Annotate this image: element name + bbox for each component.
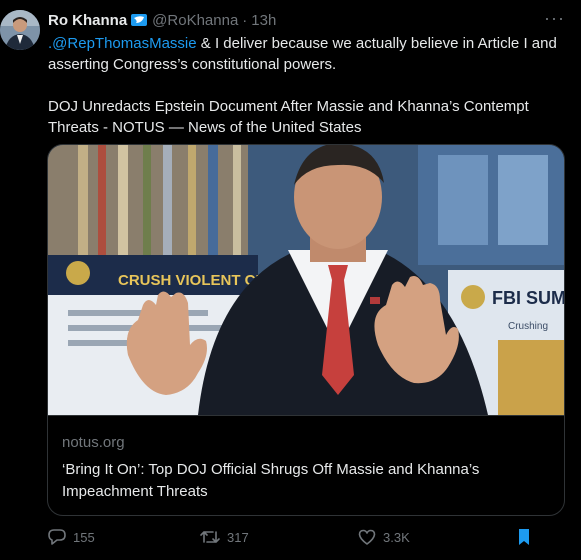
heart-icon — [358, 529, 376, 545]
reply-count: 155 — [73, 529, 95, 545]
more-dots-icon[interactable]: ··· — [544, 8, 565, 29]
card-image[interactable]: CRUSH VIOLENT CR FBI SUM Crushing — [48, 145, 564, 415]
bookmark-icon — [519, 529, 529, 545]
retweet-button[interactable]: 317 — [199, 526, 249, 548]
author-name[interactable]: Ro Khanna — [48, 12, 127, 29]
tweet-paragraph-2: DOJ Unredacts Epstein Document After Mas… — [48, 98, 529, 136]
card-meta[interactable]: notus.org ‘Bring It On’: Top DOJ Officia… — [48, 415, 564, 515]
crushing-sign-text: Crushing — [508, 321, 548, 332]
crush-sign-text: CRUSH VIOLENT CR — [118, 272, 267, 289]
author-handle[interactable]: @RoKhanna — [152, 12, 238, 29]
fbi-sign-text: FBI SUM — [492, 288, 564, 308]
tweet-header: Ro Khanna @RoKhanna · 13h — [48, 10, 276, 30]
avatar[interactable] — [0, 10, 40, 50]
bookmark-button[interactable] — [514, 526, 540, 548]
card-domain: notus.org — [62, 434, 125, 451]
avatar-image — [0, 10, 40, 50]
tweet-paragraph-1: .@RepThomasMassie & I deliver because we… — [48, 33, 568, 75]
separator-dot: · — [242, 11, 248, 29]
retweet-icon — [200, 531, 220, 543]
verified-badge-icon — [130, 11, 148, 29]
retweet-count: 317 — [227, 529, 249, 545]
like-count: 3.3K — [383, 529, 410, 545]
timestamp[interactable]: 13h — [251, 12, 276, 29]
mention-link[interactable]: .@RepThomasMassie — [48, 35, 197, 52]
like-button[interactable]: 3.3K — [357, 526, 410, 548]
action-bar: 155 317 3.3K — [47, 526, 567, 550]
link-card[interactable]: CRUSH VIOLENT CR FBI SUM Crushing notus.… — [47, 144, 565, 516]
reply-icon — [48, 529, 66, 545]
tweet: Ro Khanna @RoKhanna · 13h ··· .@RepThoma… — [0, 0, 581, 560]
card-title[interactable]: ‘Bring It On’: Top DOJ Official Shrugs O… — [62, 459, 522, 503]
reply-button[interactable]: 155 — [47, 526, 95, 548]
tweet-text: .@RepThomasMassie & I deliver because we… — [48, 33, 568, 138]
